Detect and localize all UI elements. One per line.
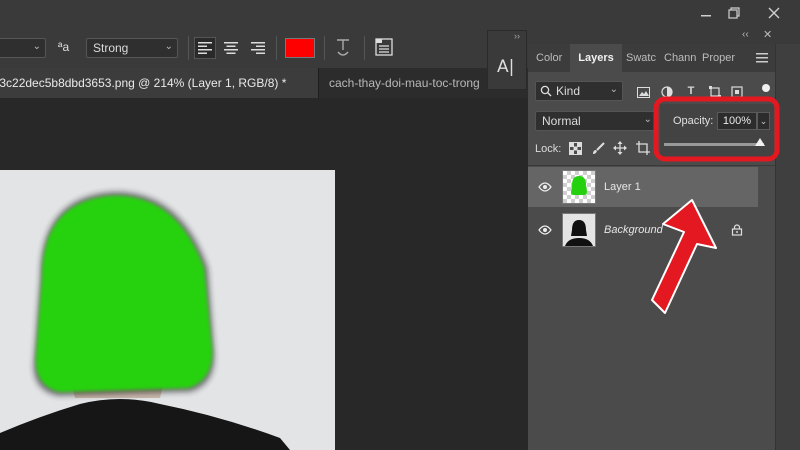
warp-text-icon xyxy=(337,39,349,56)
search-icon xyxy=(540,85,552,97)
tab-channels[interactable]: Chann xyxy=(664,44,696,72)
image-icon xyxy=(636,86,650,98)
align-center-icon xyxy=(224,42,238,54)
panel-close-icon[interactable]: ✕ xyxy=(763,28,772,41)
warp-text-button[interactable] xyxy=(334,37,352,62)
eye-icon xyxy=(538,225,552,235)
panel-header-strip: ‹‹ ✕ xyxy=(528,28,800,44)
minimize-icon xyxy=(701,15,711,17)
chevron-down-icon: ⌄ xyxy=(164,41,173,52)
layer-name: Layer 1 xyxy=(604,181,641,193)
visibility-toggle[interactable] xyxy=(528,182,562,192)
divider xyxy=(276,36,277,60)
layer-thumbnail xyxy=(562,213,596,247)
filter-kind-label: Kind xyxy=(556,84,581,98)
panel-scrollbar[interactable] xyxy=(775,44,800,450)
align-right-button[interactable] xyxy=(247,37,269,59)
opacity-dropdown-toggle[interactable]: ⌄ xyxy=(757,112,770,130)
tab-properties[interactable]: Proper xyxy=(702,44,735,72)
restore-icon xyxy=(728,7,740,19)
character-panel-icon xyxy=(375,38,393,56)
smart-object-icon xyxy=(731,86,743,98)
layer-thumbnail xyxy=(562,170,596,204)
visibility-toggle[interactable] xyxy=(528,225,562,235)
document-tab-bar: 3a3c22dec5b8dbd3653.png @ 214% (Layer 1,… xyxy=(0,68,528,98)
menu-icon xyxy=(756,53,768,63)
align-left-button[interactable] xyxy=(194,37,216,59)
opacity-slider-handle[interactable] xyxy=(755,138,765,146)
antialias-icon: ªa xyxy=(58,40,70,54)
adjustment-filter-icon[interactable] xyxy=(660,85,674,99)
align-right-icon xyxy=(251,42,265,54)
tab-swatches[interactable]: Swatc xyxy=(626,44,656,72)
document-tab-label: cach-thay-doi-mau-toc-trong xyxy=(329,76,480,90)
opacity-label: Opacity: xyxy=(673,115,714,127)
divider xyxy=(188,36,189,60)
hair-thumbnail-icon xyxy=(571,176,587,195)
layer-name: Background xyxy=(604,224,663,236)
image-canvas xyxy=(0,170,335,450)
text-color-swatch[interactable] xyxy=(285,38,315,58)
close-icon xyxy=(768,7,780,19)
lock-artboard-button[interactable] xyxy=(636,141,650,158)
lock-position-button[interactable] xyxy=(613,141,627,158)
shape-filter-icon[interactable] xyxy=(708,85,722,99)
layer-filter-dropdown[interactable]: Kind ⌄ xyxy=(535,81,623,101)
font-size-dropdown[interactable]: ⌄ xyxy=(0,38,46,58)
character-panel-button[interactable] xyxy=(374,37,394,60)
pixel-filter-icon[interactable] xyxy=(636,85,650,99)
move-icon xyxy=(613,141,627,155)
panel-menu-button[interactable] xyxy=(756,52,768,66)
chevron-down-icon: ⌄ xyxy=(643,114,652,125)
smart-object-filter-icon[interactable] xyxy=(730,85,744,99)
character-dock-button[interactable]: A| xyxy=(497,57,514,77)
divider xyxy=(528,165,775,166)
eye-icon xyxy=(538,182,552,192)
antialias-value: Strong xyxy=(93,41,129,55)
portrait-thumbnail-icon xyxy=(565,220,593,246)
brush-icon xyxy=(593,142,605,154)
blend-mode-dropdown[interactable]: Normal ⌄ xyxy=(535,111,657,131)
filter-toggle-icon[interactable] xyxy=(762,84,770,92)
restore-button[interactable] xyxy=(716,0,752,26)
tab-color[interactable]: Color xyxy=(536,44,562,72)
document-tab-active[interactable]: 3a3c22dec5b8dbd3653.png @ 214% (Layer 1,… xyxy=(0,68,318,98)
align-center-button[interactable] xyxy=(220,37,242,59)
layer-row-background[interactable]: Background xyxy=(528,210,758,250)
type-filter-icon[interactable]: T xyxy=(684,84,698,98)
panel-tabs: Color Layers Swatc Chann Proper xyxy=(528,44,775,72)
align-left-icon xyxy=(198,42,212,54)
checkerboard-icon xyxy=(569,142,582,155)
blend-mode-value: Normal xyxy=(542,114,581,128)
divider xyxy=(364,36,365,60)
lock-pixels-button[interactable] xyxy=(592,142,605,158)
collapsed-panel-dock: ›› A| xyxy=(487,30,527,90)
document-tab-label: 3a3c22dec5b8dbd3653.png @ 214% (Layer 1,… xyxy=(0,76,287,90)
divider xyxy=(324,36,325,60)
artboard-icon xyxy=(636,141,650,155)
opacity-input[interactable]: 100% xyxy=(717,112,757,130)
canvas-area[interactable] xyxy=(0,98,528,450)
collapse-panel-icon[interactable]: ‹‹ xyxy=(742,29,749,40)
title-bar xyxy=(0,0,800,28)
chevron-down-icon: ⌄ xyxy=(32,41,41,52)
chevron-down-icon: ⌄ xyxy=(609,84,618,95)
tab-layers[interactable]: Layers xyxy=(570,44,622,72)
close-button[interactable] xyxy=(756,0,792,26)
lock-transparent-button[interactable] xyxy=(569,142,582,158)
antialias-dropdown[interactable]: Strong ⌄ xyxy=(86,38,178,58)
opacity-slider-track[interactable] xyxy=(664,138,765,146)
lock-label: Lock: xyxy=(535,143,562,155)
lock-icon xyxy=(731,224,743,236)
shape-icon xyxy=(709,86,721,98)
adjustment-icon xyxy=(661,86,673,98)
layer-row-layer-1[interactable]: Layer 1 xyxy=(528,167,758,207)
expand-dock-icon[interactable]: ›› xyxy=(514,31,520,41)
